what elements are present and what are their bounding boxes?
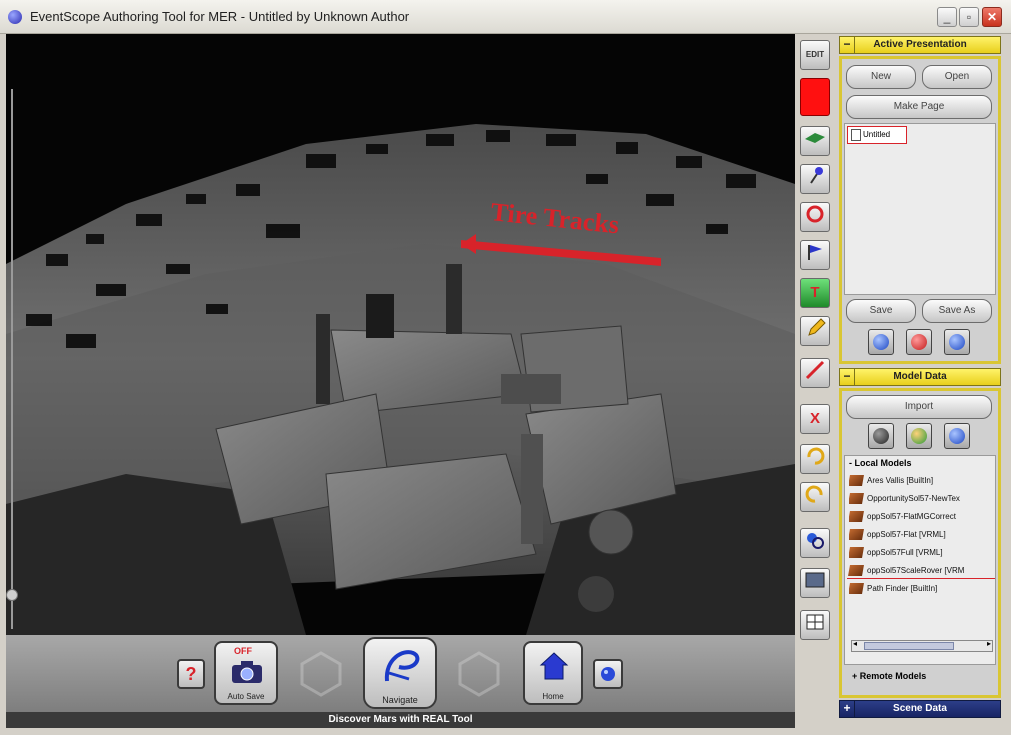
model-cube-icon — [849, 583, 864, 595]
open-button[interactable]: Open — [922, 65, 992, 89]
palette-icon[interactable] — [906, 423, 932, 449]
zoom-slider-thumb[interactable] — [6, 589, 18, 601]
page-item-label: Untitled — [863, 130, 891, 139]
gem-icon — [601, 667, 615, 681]
auto-save-label: Auto Save — [227, 692, 265, 701]
model-cube-icon — [848, 565, 864, 577]
model-item[interactable]: Path Finder [BuiltIn] — [849, 582, 937, 596]
save-button[interactable]: Save — [846, 299, 916, 323]
flag-icon[interactable] — [800, 240, 830, 270]
navigate-icon — [384, 650, 420, 682]
model-item[interactable]: oppSol57-FlatMGCorrect — [849, 510, 956, 524]
home-label: Home — [542, 692, 564, 701]
delete-tool-button[interactable]: X — [800, 404, 830, 434]
minimize-button[interactable]: _ — [937, 7, 957, 27]
layout-icon[interactable] — [800, 610, 830, 640]
remote-models-header[interactable]: + Remote Models — [852, 671, 926, 681]
home-icon — [539, 652, 569, 680]
maximize-button[interactable]: ▫ — [959, 7, 979, 27]
expand-scene-toggle[interactable]: + — [840, 701, 855, 717]
line-icon[interactable] — [800, 358, 830, 388]
navigate-button[interactable]: Navigate — [363, 637, 437, 709]
camera-link-icon[interactable] — [800, 528, 830, 558]
rotate-icon[interactable] — [800, 202, 830, 232]
redo-icon[interactable] — [800, 482, 830, 512]
model-data-panel: Import - Local Models Ares Vallis [Built… — [839, 388, 1001, 698]
help-button[interactable]: ? — [177, 659, 205, 689]
title-bar: EventScope Authoring Tool for MER - Unti… — [0, 0, 1011, 34]
active-presentation-title: Active Presentation — [873, 39, 967, 50]
page-icon — [851, 128, 861, 141]
model-list: - Local Models Ares Vallis [BuiltIn] Opp… — [844, 455, 996, 665]
zoom-slider[interactable] — [6, 89, 18, 629]
globe-icon[interactable] — [868, 423, 894, 449]
text-tool-button[interactable]: T — [800, 278, 830, 308]
scene-data-header[interactable]: + Scene Data — [839, 700, 1001, 718]
page-item-untitled[interactable]: Untitled — [847, 126, 907, 144]
terrain-scene: Tire Tracks — [6, 34, 795, 635]
model-item-selected[interactable]: oppSol57ScaleRover [VRM — [847, 564, 995, 579]
tool-strip: EDIT T X — [795, 34, 837, 734]
import-button[interactable]: Import — [846, 395, 992, 419]
model-list-hscrollbar[interactable]: ◂ ▸ — [851, 639, 993, 652]
model-item[interactable]: oppSol57Full [VRML] — [849, 546, 943, 560]
home-button[interactable]: Home — [523, 641, 583, 705]
active-presentation-header[interactable]: − Active Presentation — [839, 36, 1001, 54]
page-list: Untitled — [844, 123, 996, 295]
auto-save-status: OFF — [234, 646, 252, 656]
auto-save-button[interactable]: OFF Auto Save — [214, 641, 278, 705]
model-cube-icon — [849, 475, 864, 487]
pencil-icon[interactable] — [800, 316, 830, 346]
close-button[interactable]: ✕ — [982, 7, 1002, 27]
edit-tool-button[interactable]: EDIT — [800, 40, 830, 70]
record-icon[interactable] — [906, 329, 932, 355]
model-cube-icon — [849, 547, 864, 559]
collapse-model-toggle[interactable]: − — [840, 369, 855, 385]
model-data-title: Model Data — [893, 371, 947, 382]
model-item[interactable]: Ares Vallis [BuiltIn] — [849, 474, 933, 488]
share-icon[interactable] — [944, 329, 970, 355]
scroll-right-icon[interactable]: ▸ — [987, 639, 991, 648]
local-models-header[interactable]: - Local Models — [849, 458, 912, 468]
undo-icon[interactable] — [800, 444, 830, 474]
scrollbar-thumb[interactable] — [864, 642, 954, 650]
model-cube-icon — [849, 493, 864, 505]
status-bar: Discover Mars with REAL Tool — [6, 712, 795, 728]
scroll-left-icon[interactable]: ◂ — [853, 639, 857, 648]
gem-button[interactable] — [593, 659, 623, 689]
window-title: EventScope Authoring Tool for MER - Unti… — [30, 9, 410, 24]
model-item[interactable]: oppSol57-Flat [VRML] — [849, 528, 946, 542]
color-swatch[interactable] — [800, 78, 830, 116]
model-data-header[interactable]: − Model Data — [839, 368, 1001, 386]
bottom-toolbar: ? OFF Auto Save Navigate Home — [6, 635, 795, 712]
right-panel: − Active Presentation New Open Make Page… — [837, 34, 1011, 734]
navigate-label: Navigate — [382, 695, 418, 705]
model-cube-icon — [849, 529, 864, 541]
network-icon[interactable] — [944, 423, 970, 449]
disabled-tool-icon-2 — [458, 651, 500, 697]
collapse-presentation-toggle[interactable]: − — [840, 37, 855, 53]
new-button[interactable]: New — [846, 65, 916, 89]
model-item[interactable]: OpportunitySol57-NewTex — [849, 492, 960, 506]
presentation-panel: New Open Make Page Untitled Save Save As — [839, 56, 1001, 364]
publish-icon[interactable] — [868, 329, 894, 355]
pin-icon[interactable] — [800, 164, 830, 194]
terrain-icon[interactable] — [800, 126, 830, 156]
app-icon — [8, 10, 22, 24]
model-cube-icon — [849, 511, 864, 523]
disabled-tool-icon — [300, 651, 342, 697]
make-page-button[interactable]: Make Page — [846, 95, 992, 119]
camera-icon — [232, 661, 262, 683]
3d-viewport[interactable]: Tire Tracks — [6, 34, 795, 635]
save-as-button[interactable]: Save As — [922, 299, 992, 323]
scene-data-title: Scene Data — [893, 703, 947, 714]
screen-icon[interactable] — [800, 568, 830, 598]
